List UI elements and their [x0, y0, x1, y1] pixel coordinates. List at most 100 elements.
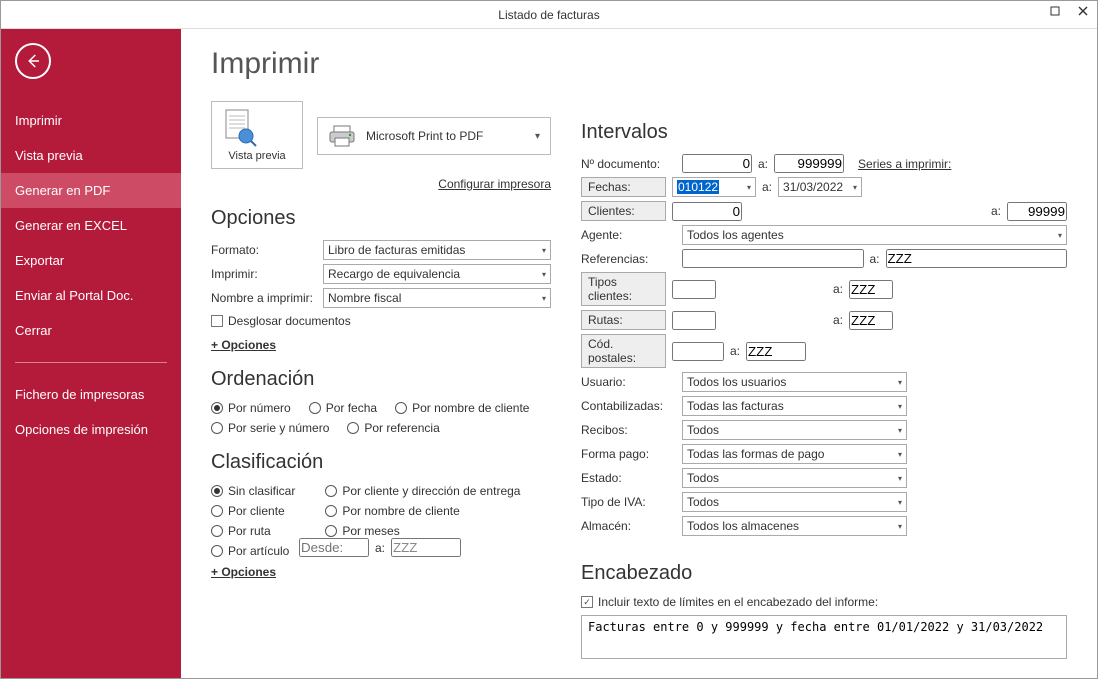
sidebar-item-export[interactable]: Exportar: [1, 243, 181, 278]
clients-button[interactable]: Clientes:: [581, 201, 666, 221]
sort-by-client-name[interactable]: Por nombre de cliente: [395, 401, 529, 415]
header-heading: Encabezado: [581, 562, 1067, 585]
receipts-combo[interactable]: Todos▾: [682, 420, 907, 440]
posted-combo[interactable]: Todas las facturas▾: [682, 396, 907, 416]
clienttype-button[interactable]: Tipos clientes:: [581, 272, 666, 306]
window-title: Listado de facturas: [498, 8, 599, 22]
print-combo[interactable]: Recargo de equivalencia▾: [323, 264, 551, 284]
right-column: Intervalos Nº documento: a: Series a imp…: [581, 47, 1067, 668]
state-combo[interactable]: Todos▾: [682, 468, 907, 488]
sidebar-item-excel[interactable]: Generar en EXCEL: [1, 208, 181, 243]
print-label: Imprimir:: [211, 267, 317, 281]
more-class-link[interactable]: + Opciones: [211, 565, 276, 579]
more-options-link[interactable]: + Opciones: [211, 338, 276, 352]
document-preview-icon: [216, 108, 260, 148]
routes-button[interactable]: Rutas:: [581, 310, 666, 330]
user-label: Usuario:: [581, 375, 676, 389]
postal-from-input[interactable]: [672, 342, 724, 361]
maximize-icon: [1050, 6, 1060, 16]
close-icon: [1078, 6, 1088, 16]
class-by-client-name[interactable]: Por nombre de cliente: [325, 504, 520, 518]
class-to-label: a:: [375, 541, 385, 555]
sort-by-series-number[interactable]: Por serie y número: [211, 421, 329, 435]
chevron-down-icon: ▾: [898, 450, 902, 459]
wh-label: Almacén:: [581, 519, 676, 533]
paytype-label: Forma pago:: [581, 447, 676, 461]
agent-combo[interactable]: Todos los agentes▾: [682, 225, 1067, 245]
page-title: Imprimir: [211, 47, 551, 81]
class-none[interactable]: Sin clasificar: [211, 484, 295, 498]
main: Imprimir Vista previa: [181, 29, 1097, 678]
printer-select[interactable]: Microsoft Print to PDF ▾: [317, 117, 551, 155]
class-to-input[interactable]: [391, 538, 461, 557]
dates-button[interactable]: Fechas:: [581, 177, 666, 197]
options-heading: Opciones: [211, 207, 551, 230]
date-from-combo[interactable]: 010122▾: [672, 177, 756, 197]
routes-from-input[interactable]: [672, 311, 716, 330]
format-combo[interactable]: Libro de facturas emitidas▾: [323, 240, 551, 260]
preview-button[interactable]: Vista previa: [211, 101, 303, 169]
class-by-client[interactable]: Por cliente: [211, 504, 295, 518]
sidebar-item-printers-file[interactable]: Fichero de impresoras: [1, 377, 181, 412]
sidebar-item-print-options[interactable]: Opciones de impresión: [1, 412, 181, 447]
class-from-input[interactable]: [299, 538, 369, 557]
breakdown-checkbox[interactable]: [211, 315, 223, 327]
client-from-input[interactable]: [672, 202, 742, 221]
app-window: Listado de facturas Imprimir Vista previ…: [0, 0, 1098, 679]
sort-group: Por número Por fecha Por nombre de clien…: [211, 401, 551, 435]
preview-row: Vista previa Microsoft Print to PDF ▾: [211, 101, 551, 169]
header-chk-row: ✓ Incluir texto de límites en el encabez…: [581, 595, 1067, 609]
sort-by-date[interactable]: Por fecha: [309, 401, 377, 415]
class-by-months[interactable]: Por meses: [325, 524, 520, 538]
printer-name: Microsoft Print to PDF: [366, 129, 483, 143]
arrow-left-icon: [24, 52, 42, 70]
paytype-combo[interactable]: Todas las formas de pago▾: [682, 444, 907, 464]
clienttype-to-input[interactable]: [849, 280, 893, 299]
doc-from-input[interactable]: [682, 154, 752, 173]
sort-by-reference[interactable]: Por referencia: [347, 421, 439, 435]
date-to-combo[interactable]: 31/03/2022▾: [778, 177, 862, 197]
class-by-client-addr[interactable]: Por cliente y dirección de entrega: [325, 484, 520, 498]
maximize-button[interactable]: [1041, 1, 1069, 21]
doc-to-input[interactable]: [774, 154, 844, 173]
routes-to-input[interactable]: [849, 311, 893, 330]
class-by-route[interactable]: Por ruta: [211, 524, 295, 538]
user-combo[interactable]: Todos los usuarios▾: [682, 372, 907, 392]
sidebar-item-preview[interactable]: Vista previa: [1, 138, 181, 173]
ref-to-input[interactable]: [886, 249, 1068, 268]
series-link[interactable]: Series a imprimir:: [858, 157, 951, 171]
sidebar-item-portal[interactable]: Enviar al Portal Doc.: [1, 278, 181, 313]
header-chk-label: Incluir texto de límites en el encabezad…: [598, 595, 878, 609]
vat-combo[interactable]: Todos▾: [682, 492, 907, 512]
doc-label: Nº documento:: [581, 157, 676, 171]
sidebar-item-pdf[interactable]: Generar en PDF: [1, 173, 181, 208]
class-by-article[interactable]: Por artículo: [211, 544, 295, 558]
header-checkbox[interactable]: ✓: [581, 596, 593, 608]
window-controls: [1041, 1, 1097, 21]
close-button[interactable]: [1069, 1, 1097, 21]
clienttype-from-input[interactable]: [672, 280, 716, 299]
back-button[interactable]: [15, 43, 51, 79]
chevron-down-icon: ▾: [853, 183, 857, 192]
breakdown-label: Desglosar documentos: [228, 314, 351, 328]
sort-by-number[interactable]: Por número: [211, 401, 291, 415]
chevron-down-icon: ▾: [898, 474, 902, 483]
sidebar-item-print[interactable]: Imprimir: [1, 103, 181, 138]
chevron-down-icon: ▾: [898, 498, 902, 507]
header-text[interactable]: [581, 615, 1067, 659]
client-to-input[interactable]: [1007, 202, 1067, 221]
receipts-label: Recibos:: [581, 423, 676, 437]
ref-from-input[interactable]: [682, 249, 864, 268]
postal-to-input[interactable]: [746, 342, 806, 361]
chevron-down-icon: ▾: [898, 378, 902, 387]
nameprint-combo[interactable]: Nombre fiscal▾: [323, 288, 551, 308]
left-column: Imprimir Vista previa: [211, 47, 551, 668]
postal-button[interactable]: Cód. postales:: [581, 334, 666, 368]
printer-icon: [328, 124, 356, 148]
chevron-down-icon: ▾: [898, 426, 902, 435]
chevron-down-icon: ▾: [1058, 231, 1062, 240]
sidebar-item-close[interactable]: Cerrar: [1, 313, 181, 348]
chevron-down-icon: ▾: [542, 270, 546, 279]
configure-printer-link[interactable]: Configurar impresora: [438, 177, 551, 191]
wh-combo[interactable]: Todos los almacenes▾: [682, 516, 907, 536]
